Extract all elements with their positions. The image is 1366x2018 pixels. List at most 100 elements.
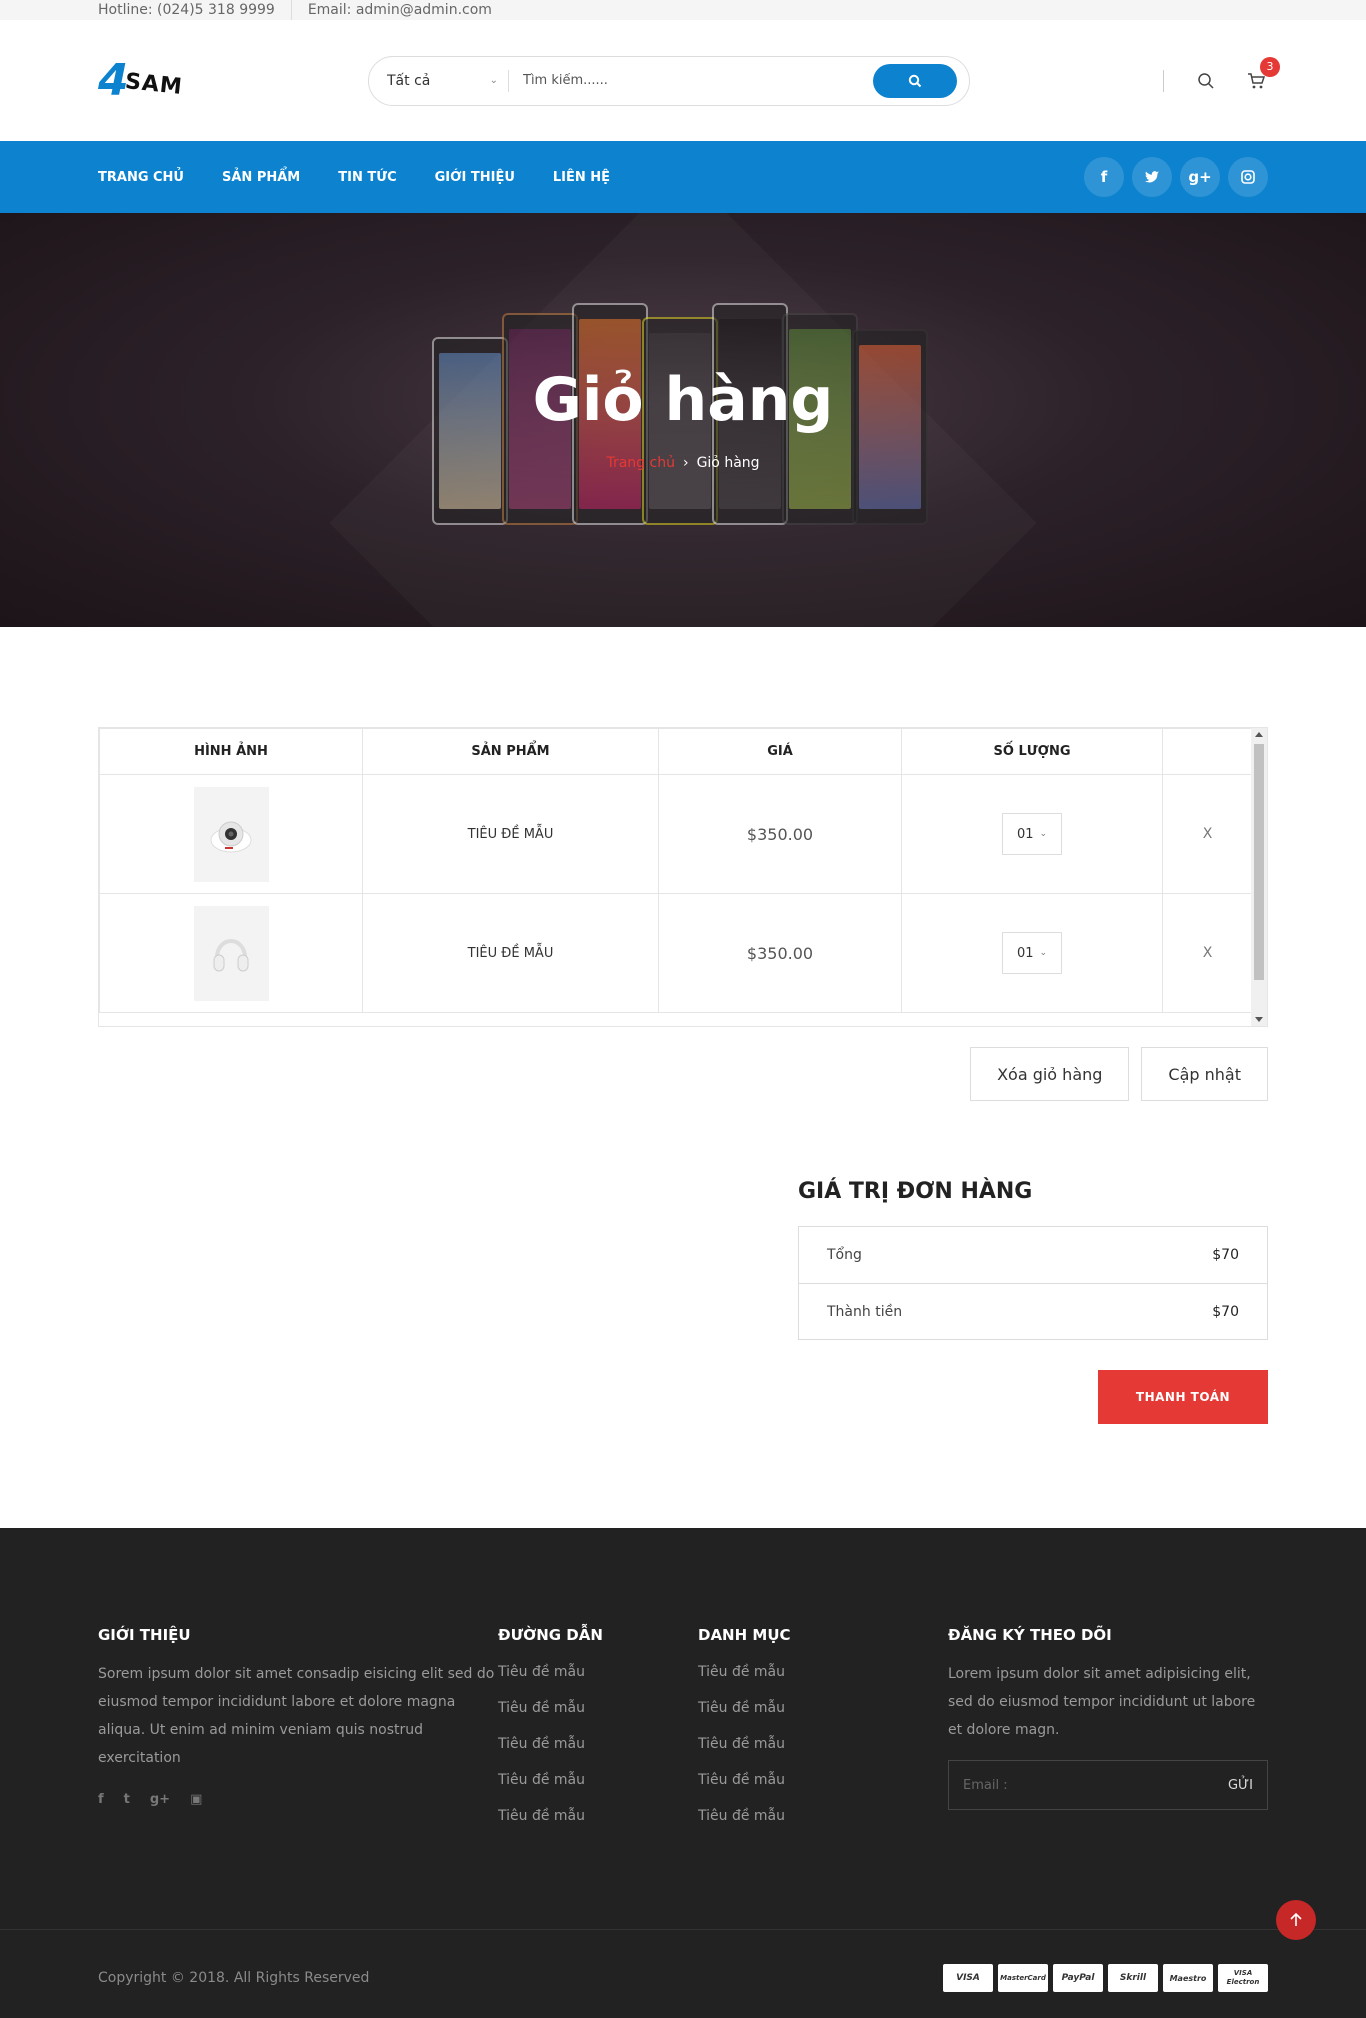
skrill-icon: Skrill: [1108, 1964, 1158, 1992]
search-icon: [908, 74, 922, 87]
cart-count-badge: 3: [1260, 56, 1280, 77]
category-select[interactable]: Tất cả ⌄: [387, 69, 509, 92]
mastercard-icon: MasterCard: [998, 1964, 1048, 1992]
table-row: TIÊU ĐỀ MẪU $350.00 01 ⌄ X: [99, 774, 1253, 894]
subtotal-label: Tổng: [827, 1247, 862, 1263]
quantity-select[interactable]: 01 ⌄: [1002, 932, 1062, 974]
instagram-icon[interactable]: ▣: [190, 1792, 202, 1807]
table-header-row: HÌNH ẢNH SẢN PHẨM GIÁ SỐ LƯỢNG: [99, 728, 1253, 775]
update-cart-button[interactable]: Cập nhật: [1141, 1047, 1268, 1101]
email-field[interactable]: [963, 1777, 1228, 1793]
search-button[interactable]: [873, 63, 957, 98]
instagram-icon[interactable]: [1228, 157, 1268, 197]
checkout-button[interactable]: THANH TOÁN: [1098, 1370, 1268, 1424]
order-totals: GIÁ TRỊ ĐƠN HÀNG Tổng $70 Thành tiền $70…: [798, 1179, 1268, 1424]
breadcrumb: Trang chủ › Giỏ hàng: [0, 455, 1366, 471]
nav-item-products[interactable]: SẢN PHẨM: [222, 170, 300, 185]
footer-category-link[interactable]: Tiêu đề mẫu: [698, 1690, 948, 1726]
header: 4 SAM Tất cả ⌄ 3: [0, 20, 1366, 141]
column-header-remove: [1162, 728, 1253, 775]
search-bar: Tất cả ⌄: [368, 55, 970, 106]
footer-categories-title: DANH MỤC: [698, 1626, 791, 1644]
chevron-down-icon: ⌄: [489, 75, 498, 86]
product-name[interactable]: TIÊU ĐỀ MẪU: [362, 893, 659, 1013]
logo-mark: 4: [98, 54, 129, 106]
arrow-up-icon: [1290, 1912, 1302, 1926]
nav-item-news[interactable]: TIN TỨC: [338, 170, 396, 185]
subtotal-value: $70: [1212, 1247, 1239, 1263]
social-links: f g+: [1076, 157, 1268, 197]
remove-item-button[interactable]: X: [1162, 893, 1253, 1013]
scroll-down-icon[interactable]: [1255, 1017, 1263, 1022]
twitter-icon[interactable]: t: [124, 1792, 130, 1807]
quantity-cell: 01 ⌄: [901, 893, 1163, 1013]
product-thumbnail-camera[interactable]: [193, 786, 269, 882]
scrollbar-thumb[interactable]: [1254, 744, 1264, 980]
header-actions: 3: [1163, 56, 1280, 101]
search-input[interactable]: [509, 73, 873, 88]
category-select-value: Tất cả: [387, 72, 431, 89]
facebook-icon[interactable]: f: [1084, 157, 1124, 197]
column-header-quantity: SỐ LƯỢNG: [901, 728, 1163, 775]
google-plus-icon[interactable]: g+: [150, 1792, 170, 1807]
scroll-up-icon[interactable]: [1255, 732, 1263, 737]
footer-link[interactable]: Tiêu đề mẫu: [498, 1798, 698, 1834]
clear-cart-button[interactable]: Xóa giỏ hàng: [970, 1047, 1130, 1101]
footer-categories: DANH MỤC Tiêu đề mẫu Tiêu đề mẫu Tiêu đề…: [698, 1626, 948, 1840]
total-label: Thành tiền: [827, 1303, 903, 1320]
main-nav: TRANG CHỦ SẢN PHẨM TIN TỨC GIỚI THIỆU LI…: [0, 141, 1366, 213]
nav-menu: TRANG CHỦ SẢN PHẨM TIN TỨC GIỚI THIỆU LI…: [98, 170, 648, 185]
column-header-price: GIÁ: [658, 728, 902, 775]
quantity-select[interactable]: 01 ⌄: [1002, 813, 1062, 855]
quantity-value: 01: [1016, 826, 1034, 842]
subscribe-button[interactable]: GỬI: [1228, 1778, 1253, 1793]
back-to-top-button[interactable]: [1276, 1900, 1316, 1940]
order-totals-title: GIÁ TRỊ ĐƠN HÀNG: [798, 1179, 1033, 1204]
footer-subscribe-text: Lorem ipsum dolor sit amet adipisicing e…: [948, 1666, 1256, 1738]
logo[interactable]: 4 SAM: [98, 54, 368, 106]
footer-links: ĐƯỜNG DẪN Tiêu đề mẫu Tiêu đề mẫu Tiêu đ…: [498, 1626, 698, 1840]
footer-link[interactable]: Tiêu đề mẫu: [498, 1762, 698, 1798]
nav-item-about[interactable]: GIỚI THIỆU: [435, 170, 515, 185]
product-image-cell: [99, 893, 363, 1013]
nav-item-home[interactable]: TRANG CHỦ: [98, 170, 184, 185]
footer-columns: GIỚI THIỆU Sorem ipsum dolor sit amet co…: [98, 1528, 1268, 1840]
footer-category-link[interactable]: Tiêu đề mẫu: [698, 1726, 948, 1762]
product-price: $350.00: [658, 893, 902, 1013]
topbar: Hotline: (024)5 318 9999 Email: admin@ad…: [0, 0, 1366, 20]
footer-category-link[interactable]: Tiêu đề mẫu: [698, 1762, 948, 1798]
page-title: Giỏ hàng: [532, 365, 834, 435]
quantity-value: 01: [1016, 945, 1034, 961]
twitter-icon[interactable]: [1132, 157, 1172, 197]
table-row: TIÊU ĐỀ MẪU $350.00 01 ⌄ X: [99, 893, 1253, 1013]
nav-item-contact[interactable]: LIÊN HỆ: [553, 170, 610, 185]
product-name[interactable]: TIÊU ĐỀ MẪU: [362, 774, 659, 894]
footer-divider: [0, 1929, 1366, 1930]
footer-about-title: GIỚI THIỆU: [98, 1626, 191, 1644]
paypal-icon: PayPal: [1053, 1964, 1103, 1992]
breadcrumb-home[interactable]: Trang chủ: [606, 455, 674, 471]
facebook-icon[interactable]: f: [98, 1792, 104, 1807]
cart-button[interactable]: 3: [1244, 56, 1280, 93]
footer-bottom: Copyright © 2018. All Rights Reserved VI…: [98, 1964, 1268, 1992]
quantity-cell: 01 ⌄: [901, 774, 1163, 894]
footer-link[interactable]: Tiêu đề mẫu: [498, 1654, 698, 1690]
remove-item-button[interactable]: X: [1162, 774, 1253, 894]
page-banner: Giỏ hàng Trang chủ › Giỏ hàng: [0, 213, 1366, 627]
footer-category-link[interactable]: Tiêu đề mẫu: [698, 1798, 948, 1834]
totals-box: Tổng $70 Thành tiền $70: [798, 1226, 1268, 1340]
topbar-divider: [290, 0, 292, 20]
breadcrumb-current: Giỏ hàng: [696, 455, 760, 471]
footer-link[interactable]: Tiêu đề mẫu: [498, 1690, 698, 1726]
product-thumbnail-headphones[interactable]: [193, 905, 269, 1001]
table-scrollbar[interactable]: [1251, 728, 1267, 1026]
footer-link[interactable]: Tiêu đề mẫu: [498, 1726, 698, 1762]
visa-icon: VISA: [943, 1964, 993, 1992]
total-row: Thành tiền $70: [799, 1283, 1267, 1339]
footer-category-link[interactable]: Tiêu đề mẫu: [698, 1654, 948, 1690]
email-text[interactable]: Email: admin@admin.com: [308, 0, 492, 20]
copyright-text: Copyright © 2018. All Rights Reserved: [98, 1970, 370, 1986]
footer-subscribe: ĐĂNG KÝ THEO DÕI Lorem ipsum dolor sit a…: [948, 1626, 1268, 1840]
search-toggle-button[interactable]: [1194, 69, 1218, 93]
google-plus-icon[interactable]: g+: [1180, 157, 1220, 197]
